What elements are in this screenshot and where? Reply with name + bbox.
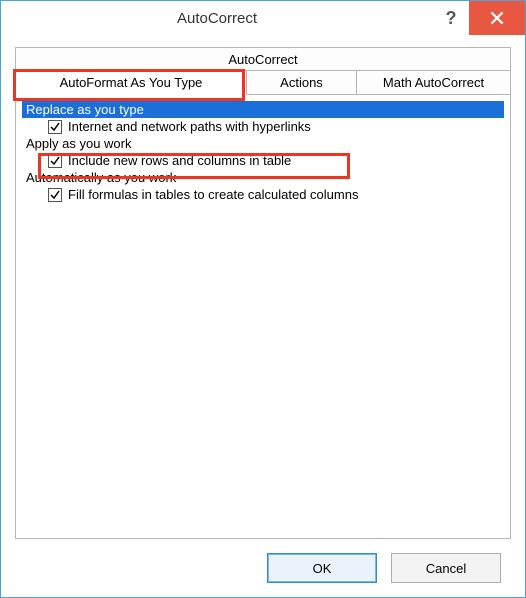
- option-fill-formulas[interactable]: Fill formulas in tables to create calcul…: [20, 186, 506, 203]
- autocorrect-dialog: AutoCorrect ? AutoCorrect AutoFormat As …: [0, 0, 526, 598]
- tab-autoformat-as-you-type[interactable]: AutoFormat As You Type: [15, 70, 247, 95]
- section-replace-as-you-type: Replace as you type: [22, 101, 504, 118]
- close-button[interactable]: [469, 1, 525, 35]
- section-apply-as-you-work: Apply as you work: [22, 135, 504, 152]
- ok-button[interactable]: OK: [267, 553, 377, 583]
- check-icon: [50, 156, 60, 166]
- cancel-button[interactable]: Cancel: [391, 553, 501, 583]
- checkbox[interactable]: [48, 188, 62, 202]
- option-include-new-rows-columns[interactable]: Include new rows and columns in table: [20, 152, 506, 169]
- dialog-footer: OK Cancel: [15, 539, 511, 583]
- titlebar: AutoCorrect ?: [1, 1, 525, 35]
- option-label: Include new rows and columns in table: [68, 153, 291, 168]
- check-icon: [50, 122, 60, 132]
- tab-autocorrect[interactable]: AutoCorrect: [15, 47, 511, 71]
- window-title: AutoCorrect: [1, 10, 433, 27]
- window-controls: ?: [433, 1, 525, 35]
- dialog-body: AutoCorrect AutoFormat As You Type Actio…: [1, 35, 525, 597]
- option-label: Internet and network paths with hyperlin…: [68, 119, 311, 134]
- tab-math-autocorrect[interactable]: Math AutoCorrect: [357, 70, 511, 95]
- option-internet-paths[interactable]: Internet and network paths with hyperlin…: [20, 118, 506, 135]
- tabs: AutoCorrect AutoFormat As You Type Actio…: [15, 47, 511, 95]
- checkbox[interactable]: [48, 120, 62, 134]
- option-label: Fill formulas in tables to create calcul…: [68, 187, 358, 202]
- check-icon: [50, 190, 60, 200]
- checkbox[interactable]: [48, 154, 62, 168]
- section-automatically-as-you-work: Automatically as you work: [22, 169, 504, 186]
- close-icon: [490, 11, 504, 25]
- tab-actions[interactable]: Actions: [247, 70, 357, 95]
- tab-pane: Replace as you type Internet and network…: [15, 95, 511, 539]
- help-button[interactable]: ?: [433, 1, 469, 35]
- help-icon: ?: [446, 8, 457, 29]
